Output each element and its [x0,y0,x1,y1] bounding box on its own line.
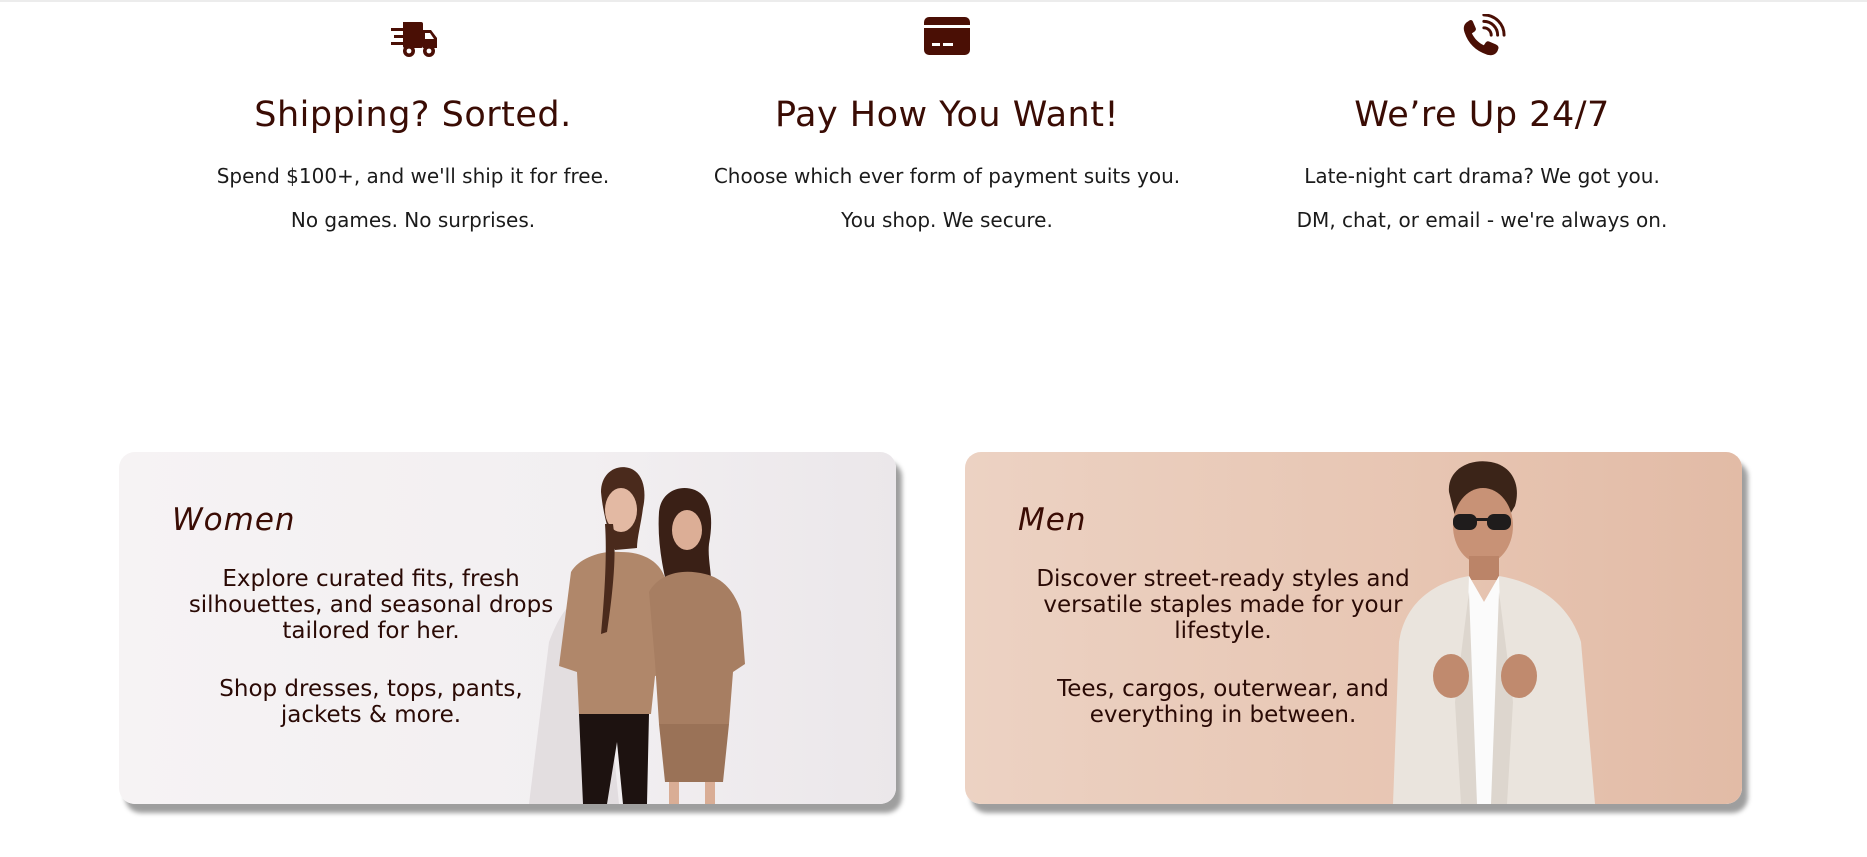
men-model-photo [1393,461,1595,804]
feature-payment: Pay How You Want! Choose which ever form… [657,0,1237,230]
feature-line-1: Choose which ever form of payment suits … [713,164,1181,188]
feature-support: We’re Up 24/7 Late-night cart drama? We … [1192,0,1772,230]
category-title: Women [172,502,296,538]
feature-line-1: Late-night cart drama? We got you. [1304,164,1660,188]
feature-shipping: Shipping? Sorted. Spend $100+, and we'll… [123,0,703,230]
feature-line-2: DM, chat, or email - we're always on. [1296,208,1668,232]
feature-title: We’re Up 24/7 [1354,95,1610,135]
category-description: Discover street-ready styles and versati… [1036,566,1410,644]
category-title: Men [1018,502,1087,538]
features-row: Shipping? Sorted. Spend $100+, and we'll… [0,0,1867,240]
truck-icon [391,22,437,57]
credit-card-icon [924,17,970,55]
feature-line-2: No games. No surprises. [290,208,536,232]
feature-title: Shipping? Sorted. [254,95,572,135]
feature-line-1: Spend $100+, and we'll ship it for free. [216,164,610,188]
category-tagline: Shop dresses, tops, pants, jackets & mor… [219,676,523,728]
women-category-card[interactable]: Women Explore curated fits, fresh silhou… [119,452,896,804]
feature-line-2: You shop. We secure. [841,208,1053,232]
men-category-card[interactable]: Men Discover street-ready styles and ver… [965,452,1742,804]
category-tagline: Tees, cargos, outerwear, and everything … [1057,676,1389,728]
feature-title: Pay How You Want! [774,95,1119,135]
category-description: Explore curated fits, fresh silhouettes,… [188,566,554,644]
phone-ringing-icon [1463,14,1506,56]
